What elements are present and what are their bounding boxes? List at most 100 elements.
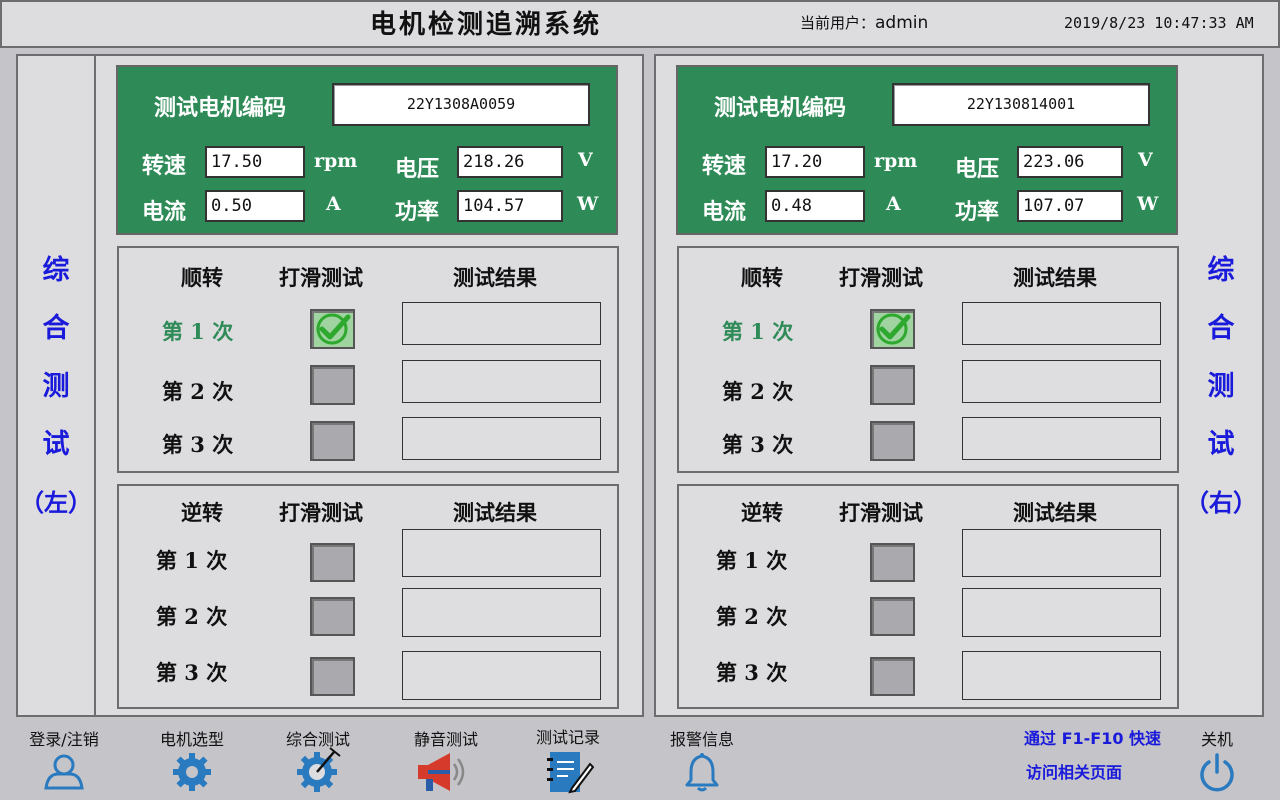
left-current-label: 电流 — [142, 199, 187, 225]
current-user: 当前用户：admin — [800, 12, 928, 33]
shortcut-hint-line1: 通过 F1-F10 快速 — [1024, 729, 1162, 748]
left-reverse-row-2-checkbox[interactable] — [310, 597, 355, 636]
right-forward-header-slip: 打滑测试 — [839, 265, 923, 290]
nav-login-label: 登录/注销 — [29, 730, 99, 749]
right-forward-row-1-result — [962, 302, 1161, 345]
left-current-field[interactable]: 0.50 — [205, 190, 305, 222]
right-side-title: 综 合 测 试 （右） — [1185, 255, 1257, 517]
nav-motor-select-label: 电机选型 — [159, 730, 224, 749]
left-reverse-row-3-result — [402, 651, 601, 700]
right-forward-row-2-label: 第 2 次 — [722, 379, 794, 404]
user-icon — [44, 754, 84, 790]
nav-login-button[interactable]: 登录/注销 — [4, 726, 124, 796]
right-power-field[interactable]: 107.07 — [1017, 190, 1123, 222]
right-reverse-header-direction: 逆转 — [741, 500, 783, 525]
right-voltage-label: 电压 — [955, 156, 1000, 182]
left-forward-row-2-label: 第 2 次 — [162, 379, 234, 404]
nav-comprehensive-test-button[interactable]: 综合测试 — [258, 726, 378, 796]
left-reverse-header-direction: 逆转 — [181, 500, 223, 525]
left-current-unit: A — [326, 193, 341, 215]
checkmark-icon — [316, 313, 351, 345]
left-forward-row-2-checkbox[interactable] — [310, 365, 355, 405]
right-reverse-row-3-result — [962, 651, 1161, 700]
gear-icon — [173, 753, 211, 791]
current-user-label: 当前用户： — [800, 14, 876, 32]
nav-test-record-button[interactable]: 测试记录 — [508, 724, 628, 796]
left-speed-unit: rpm — [314, 150, 358, 172]
left-forward-row-1-result — [402, 302, 601, 345]
left-reverse-row-1-checkbox[interactable] — [310, 543, 355, 582]
right-voltage-field[interactable]: 223.06 — [1017, 146, 1123, 178]
left-code-label: 测试电机编码 — [154, 95, 287, 121]
right-forward-header-direction: 顺转 — [741, 265, 783, 290]
left-forward-row-3-label: 第 3 次 — [162, 432, 234, 457]
shortcut-hint-line2: 访问相关页面 — [1026, 763, 1123, 782]
notebook-icon — [547, 752, 594, 794]
right-current-field[interactable]: 0.48 — [765, 190, 865, 222]
right-power-unit: W — [1137, 193, 1159, 215]
right-forward-row-3-label: 第 3 次 — [722, 432, 794, 457]
right-forward-row-3-checkbox[interactable] — [870, 421, 915, 461]
right-power-label: 功率 — [955, 199, 1000, 225]
right-voltage-unit: V — [1138, 149, 1153, 171]
right-reverse-row-3-checkbox[interactable] — [870, 657, 915, 696]
left-reverse-row-3-label: 第 3 次 — [156, 660, 228, 685]
right-speed-unit: rpm — [874, 150, 918, 172]
datetime: 2019/8/23 10:47:33 AM — [1064, 14, 1254, 32]
right-forward-row-2-checkbox[interactable] — [870, 365, 915, 405]
left-forward-header-slip: 打滑测试 — [279, 265, 363, 290]
right-reverse-header-result: 测试结果 — [1013, 500, 1097, 525]
right-code-field[interactable]: 22Y130814001 — [892, 83, 1150, 126]
right-speed-label: 转速 — [702, 153, 747, 179]
right-forward-row-1-label: 第 1 次 — [722, 319, 794, 344]
power-off-button[interactable]: 关机 — [1190, 726, 1244, 796]
nav-alarm-info-label: 报警信息 — [669, 730, 734, 749]
right-current-unit: A — [886, 193, 901, 215]
power-off-label: 关机 — [1200, 730, 1233, 749]
left-forward-row-1-checkbox[interactable] — [310, 309, 355, 349]
left-forward-row-2-result — [402, 360, 601, 403]
left-reverse-header-slip: 打滑测试 — [279, 500, 363, 525]
right-reverse-row-2-result — [962, 588, 1161, 637]
bell-icon — [685, 753, 719, 792]
right-reverse-row-1-result — [962, 529, 1161, 577]
left-forward-header-direction: 顺转 — [181, 265, 223, 290]
nav-silent-test-button[interactable]: 静音测试 — [386, 726, 506, 796]
left-reverse-row-2-label: 第 2 次 — [156, 604, 228, 629]
right-reverse-row-2-checkbox[interactable] — [870, 597, 915, 636]
nav-test-record-label: 测试记录 — [535, 728, 600, 747]
checkmark-icon — [876, 313, 911, 345]
left-forward-row-1-label: 第 1 次 — [162, 319, 234, 344]
left-reverse-row-1-result — [402, 529, 601, 577]
right-speed-field[interactable]: 17.20 — [765, 146, 865, 178]
right-forward-row-1-checkbox[interactable] — [870, 309, 915, 349]
right-forward-row-2-result — [962, 360, 1161, 403]
right-reverse-row-2-label: 第 2 次 — [716, 604, 788, 629]
left-code-field[interactable]: 22Y1308A0059 — [332, 83, 590, 126]
right-reverse-header-slip: 打滑测试 — [839, 500, 923, 525]
left-power-field[interactable]: 104.57 — [457, 190, 563, 222]
right-code-label: 测试电机编码 — [714, 95, 847, 121]
left-forward-row-3-checkbox[interactable] — [310, 421, 355, 461]
left-reverse-row-2-result — [402, 588, 601, 637]
right-reverse-row-3-label: 第 3 次 — [716, 660, 788, 685]
right-current-label: 电流 — [702, 199, 747, 225]
left-voltage-unit: V — [578, 149, 593, 171]
left-side-title: 综 合 测 试 （左） — [20, 255, 92, 517]
left-reverse-row-1-label: 第 1 次 — [156, 548, 228, 573]
left-voltage-field[interactable]: 218.26 — [457, 146, 563, 178]
left-reverse-row-3-checkbox[interactable] — [310, 657, 355, 696]
left-voltage-label: 电压 — [395, 156, 440, 182]
right-reverse-row-1-label: 第 1 次 — [716, 548, 788, 573]
left-power-unit: W — [577, 193, 599, 215]
megaphone-icon — [418, 753, 465, 791]
left-forward-header-result: 测试结果 — [453, 265, 537, 290]
left-speed-label: 转速 — [142, 153, 187, 179]
power-icon — [1200, 753, 1234, 792]
gauge-gear-icon — [297, 747, 341, 792]
nav-alarm-info-button[interactable]: 报警信息 — [642, 726, 762, 796]
right-forward-header-result: 测试结果 — [1013, 265, 1097, 290]
nav-motor-select-button[interactable]: 电机选型 — [132, 726, 252, 796]
right-reverse-row-1-checkbox[interactable] — [870, 543, 915, 582]
left-speed-field[interactable]: 17.50 — [205, 146, 305, 178]
